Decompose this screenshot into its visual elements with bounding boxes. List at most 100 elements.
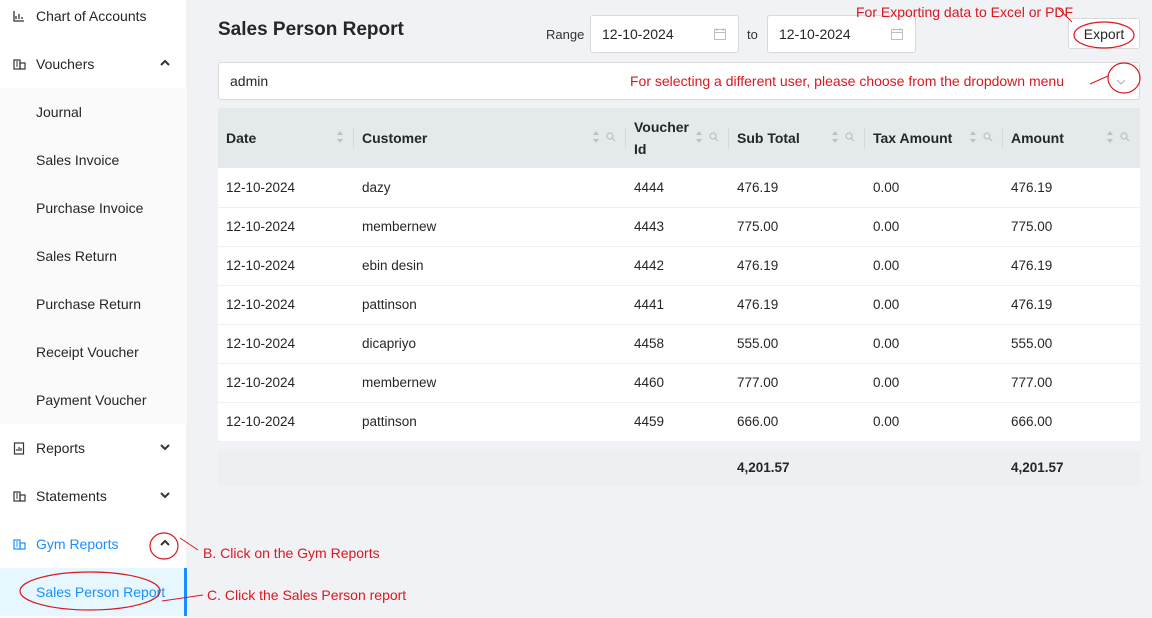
column-header-label: Amount xyxy=(1011,130,1064,146)
user-select-value: admin xyxy=(230,73,269,89)
sidebar-item-label: Statements xyxy=(36,488,107,504)
calendar-icon xyxy=(891,28,903,40)
sidebar-item-gym-reports[interactable]: Gym Reports xyxy=(0,520,187,568)
cell-sub-total: 777.00 xyxy=(737,375,779,390)
sidebar-subitem-label: Payment Voucher xyxy=(36,392,147,408)
cell-customer: dazy xyxy=(362,179,391,195)
sidebar-item-chart-of-accounts[interactable]: Chart of Accounts xyxy=(0,0,187,40)
cell-customer: dicapriyo xyxy=(362,336,417,351)
annotation-gym-note: B. Click on the Gym Reports xyxy=(203,545,380,561)
chevron-up-icon[interactable] xyxy=(159,537,171,549)
table-row[interactable]: 12-10-2024 pattinson 4441 476.19 0.00 476.19 xyxy=(218,285,1140,324)
export-button[interactable]: Export xyxy=(1068,18,1140,49)
cell-customer: pattinson xyxy=(362,414,417,429)
sidebar-subitem-label: Receipt Voucher xyxy=(36,344,139,360)
column-header-label: Customer xyxy=(362,130,428,146)
table-row[interactable]: 12-10-2024 dicapriyo 4458 555.00 0.00 555.00 xyxy=(218,324,1140,363)
column-header-date[interactable]: Date xyxy=(218,108,354,168)
sidebar-item-label: Vouchers xyxy=(36,56,95,72)
from-date-picker[interactable]: 12-10-2024 xyxy=(590,15,739,53)
table-summary-row: 4,201.57 4,201.57 xyxy=(218,451,1140,485)
table-row[interactable]: 12-10-2024 pattinson 4459 666.00 0.00 666.00 xyxy=(218,402,1140,441)
sidebar-item-vouchers[interactable]: Vouchers xyxy=(0,40,187,88)
cell-amount: 476.19 xyxy=(1011,297,1053,312)
sidebar-item-statements[interactable]: Statements xyxy=(0,472,187,520)
sidebar-item-reports[interactable]: Reports xyxy=(0,424,187,472)
cell-tax-amount: 0.00 xyxy=(873,179,900,195)
sidebar-subitem-receipt-voucher[interactable]: Receipt Voucher xyxy=(0,328,187,376)
sort-icon[interactable] xyxy=(695,130,703,144)
chevron-down-icon xyxy=(1116,79,1126,85)
cell-tax-amount: 0.00 xyxy=(873,258,900,273)
cell-date: 12-10-2024 xyxy=(226,179,296,195)
cell-date: 12-10-2024 xyxy=(226,258,296,273)
column-header-voucher-id[interactable]: Voucher Id xyxy=(626,108,729,168)
search-icon[interactable] xyxy=(845,132,855,142)
sidebar-subitem-label: Sales Invoice xyxy=(36,152,120,168)
cell-sub-total: 476.19 xyxy=(737,297,779,312)
chevron-down-icon xyxy=(160,492,170,499)
cell-date: 12-10-2024 xyxy=(226,219,296,234)
annotation-report-note: C. Click the Sales Person report xyxy=(207,587,407,603)
column-header-amount[interactable]: Amount xyxy=(1003,108,1140,168)
sidebar-subitem-label: Purchase Return xyxy=(36,296,142,312)
table-spacer xyxy=(218,441,1140,451)
column-header-tax-amount[interactable]: Tax Amount xyxy=(865,108,1003,168)
to-date-picker[interactable]: 12-10-2024 xyxy=(767,15,916,53)
from-date-value: 12-10-2024 xyxy=(602,26,674,42)
cell-amount: 775.00 xyxy=(1011,219,1053,234)
annotation-dropdown-note: For selecting a different user, please c… xyxy=(630,73,1064,89)
cell-sub-total: 476.19 xyxy=(737,179,779,195)
table-row[interactable]: 12-10-2024 dazy 4444 476.19 0.00 476.19 xyxy=(218,168,1140,207)
column-header-customer[interactable]: Customer xyxy=(354,108,626,168)
sort-icon[interactable] xyxy=(831,130,839,144)
sidebar: Chart of Accounts Vouchers Journal Sales… xyxy=(0,0,187,618)
sidebar-item-label: Gym Reports xyxy=(36,536,119,552)
sort-icon[interactable] xyxy=(1106,130,1114,144)
cell-date: 12-10-2024 xyxy=(226,336,296,351)
table-header-row: Date Customer Voucher Id Sub Total Tax A… xyxy=(218,108,1140,168)
sort-icon[interactable] xyxy=(592,130,600,144)
column-header-sub-total[interactable]: Sub Total xyxy=(729,108,865,168)
cell-tax-amount: 0.00 xyxy=(873,414,900,429)
cell-voucher-id: 4444 xyxy=(634,179,665,195)
sidebar-subitem-purchase-return[interactable]: Purchase Return xyxy=(0,280,187,328)
cell-customer: membernew xyxy=(362,375,437,390)
sidebar-subitem-sales-invoice[interactable]: Sales Invoice xyxy=(0,136,187,184)
cell-date: 12-10-2024 xyxy=(226,297,296,312)
reports-icon xyxy=(12,441,26,455)
table-row[interactable]: 12-10-2024 ebin desin 4442 476.19 0.00 476.19 xyxy=(218,246,1140,285)
cell-voucher-id: 4442 xyxy=(634,258,665,273)
sort-icon[interactable] xyxy=(969,130,977,144)
sidebar-subitem-payment-voucher[interactable]: Payment Voucher xyxy=(0,376,187,424)
search-icon[interactable] xyxy=(1120,132,1130,142)
cell-customer: pattinson xyxy=(362,297,417,312)
chevron-down-icon xyxy=(160,444,170,451)
calendar-icon xyxy=(714,28,726,40)
table-row[interactable]: 12-10-2024 membernew 4443 775.00 0.00 775.00 xyxy=(218,207,1140,246)
cell-tax-amount: 0.00 xyxy=(873,297,900,312)
cell-sub-total: 666.00 xyxy=(737,414,779,429)
table-row[interactable]: 12-10-2024 membernew 4460 777.00 0.00 777.00 xyxy=(218,363,1140,402)
cell-voucher-id: 4460 xyxy=(634,375,665,390)
sidebar-subitem-label: Sales Person Report xyxy=(36,584,166,600)
search-icon[interactable] xyxy=(606,132,616,142)
annotation-export-note: For Exporting data to Excel or PDF xyxy=(856,4,1074,20)
search-icon[interactable] xyxy=(709,132,719,142)
cell-customer: membernew xyxy=(362,219,437,234)
sidebar-item-label: Chart of Accounts xyxy=(36,8,147,24)
main-content: Sales Person Report Range 12-10-2024 to … xyxy=(187,0,1152,618)
cell-tax-amount: 0.00 xyxy=(873,375,900,390)
page-title: Sales Person Report xyxy=(218,19,404,40)
sidebar-subitem-purchase-invoice[interactable]: Purchase Invoice xyxy=(0,184,187,232)
sidebar-subitem-journal[interactable]: Journal xyxy=(0,88,187,136)
cell-amount: 777.00 xyxy=(1011,375,1053,390)
sidebar-item-label: Reports xyxy=(36,440,86,456)
sidebar-subitem-sales-return[interactable]: Sales Return xyxy=(0,232,187,280)
statements-icon xyxy=(12,489,26,503)
search-icon[interactable] xyxy=(983,132,993,142)
sidebar-subitem-sales-person-report[interactable]: Sales Person Report xyxy=(0,568,187,616)
range-label: Range xyxy=(546,27,585,42)
sort-icon[interactable] xyxy=(336,130,344,144)
cell-date: 12-10-2024 xyxy=(226,414,296,429)
